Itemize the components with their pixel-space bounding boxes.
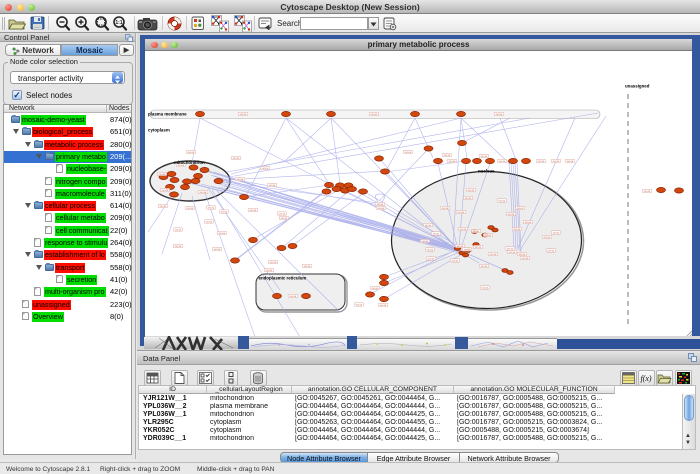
svg-text:GO:04: GO:04 [219, 233, 226, 235]
svg-text:GO:04: GO:04 [548, 250, 555, 252]
svg-text:GO:04: GO:04 [460, 229, 467, 231]
svg-text:GO:04: GO:04 [160, 206, 167, 208]
svg-text:GO:04: GO:04 [281, 218, 288, 220]
svg-text:GO:04: GO:04 [162, 190, 169, 192]
svg-text:unassigned: unassigned [625, 84, 650, 89]
svg-text:GO:04: GO:04 [380, 305, 387, 307]
svg-text:GO:04: GO:04 [553, 161, 560, 163]
svg-text:GO:04: GO:04 [372, 288, 379, 290]
svg-text:mitochondrion: mitochondrion [174, 160, 205, 165]
svg-text:GO:04: GO:04 [490, 254, 497, 256]
svg-text:GO:04: GO:04 [266, 270, 273, 272]
svg-text:GO:04: GO:04 [269, 185, 276, 187]
svg-text:GO:04: GO:04 [553, 232, 560, 234]
svg-text:GO:04: GO:04 [522, 258, 529, 260]
svg-text:GO:04: GO:04 [262, 168, 269, 170]
svg-text:GO:04: GO:04 [464, 249, 471, 251]
svg-text:GO:04: GO:04 [481, 266, 488, 268]
svg-text:GO:04: GO:04 [507, 248, 514, 250]
svg-text:GO:04: GO:04 [433, 233, 440, 235]
svg-text:GO:04: GO:04 [465, 198, 472, 200]
svg-text:nucleus: nucleus [478, 169, 495, 174]
svg-text:endoplasmic reticulum: endoplasmic reticulum [259, 276, 307, 281]
svg-text:GO:04: GO:04 [175, 246, 182, 248]
svg-text:GO:04: GO:04 [378, 208, 385, 210]
svg-text:GO:04: GO:04 [377, 204, 384, 206]
svg-text:GO:04: GO:04 [444, 155, 451, 157]
svg-text:GO:04: GO:04 [485, 235, 492, 237]
svg-text:GO:04: GO:04 [475, 247, 482, 249]
svg-text:GO:04: GO:04 [428, 258, 435, 260]
svg-text:f(x): f(x) [640, 374, 651, 383]
svg-text:GO:04: GO:04 [240, 114, 247, 116]
svg-text:GO:04: GO:04 [304, 266, 311, 268]
svg-text:GO:04: GO:04 [221, 211, 228, 213]
svg-text:GO:04: GO:04 [279, 213, 286, 215]
svg-text:GO:04: GO:04 [200, 192, 207, 194]
svg-text:GO:04: GO:04 [544, 237, 551, 239]
svg-text:GO:04: GO:04 [519, 254, 526, 256]
svg-text:GO:04: GO:04 [175, 229, 182, 231]
svg-text:GO:04: GO:04 [499, 200, 506, 202]
svg-text:GO:04: GO:04 [371, 114, 378, 116]
svg-text:GO:04: GO:04 [422, 241, 429, 243]
svg-text:GO:04: GO:04 [482, 287, 489, 289]
svg-text:GO:04: GO:04 [449, 161, 456, 163]
svg-text:GO:04: GO:04 [290, 296, 297, 298]
svg-text:GO:04: GO:04 [644, 191, 651, 193]
svg-text:GO:04: GO:04 [481, 156, 488, 158]
svg-text:GO:04: GO:04 [356, 304, 363, 306]
svg-text:GO:04: GO:04 [458, 212, 465, 214]
svg-text:GO:04: GO:04 [187, 208, 194, 210]
svg-text:GO:04: GO:04 [538, 161, 545, 163]
svg-text:GO:04: GO:04 [473, 231, 480, 233]
svg-text:GO:04: GO:04 [208, 207, 215, 209]
svg-text:GO:04: GO:04 [159, 174, 166, 176]
svg-text:GO:04: GO:04 [206, 221, 213, 223]
svg-text:GO:04: GO:04 [270, 262, 277, 264]
svg-text:GO:04: GO:04 [499, 161, 506, 163]
svg-text:GO:04: GO:04 [233, 158, 240, 160]
svg-text:plasma membrane: plasma membrane [148, 112, 187, 117]
svg-text:cytoplasm: cytoplasm [148, 128, 170, 133]
svg-text:GO:04: GO:04 [425, 225, 432, 227]
svg-text:GO:04: GO:04 [457, 246, 464, 248]
svg-text:GO:04: GO:04 [405, 152, 412, 154]
svg-text:GO:04: GO:04 [237, 179, 244, 181]
svg-text:GO:04: GO:04 [525, 222, 532, 224]
svg-text:GO:04: GO:04 [178, 165, 185, 167]
svg-text:GO:04: GO:04 [442, 208, 449, 210]
svg-text:GO:04: GO:04 [514, 229, 521, 231]
svg-text:GO:04: GO:04 [250, 210, 257, 212]
svg-text:GO:04: GO:04 [508, 214, 515, 216]
svg-text:GO:04: GO:04 [517, 208, 524, 210]
svg-text:GO:04: GO:04 [509, 252, 516, 254]
svg-text:GO:04: GO:04 [214, 249, 221, 251]
svg-text:GO:04: GO:04 [452, 260, 459, 262]
svg-text:GO:04: GO:04 [188, 152, 195, 154]
svg-text:GO:04: GO:04 [496, 114, 503, 116]
svg-text:GO:04: GO:04 [468, 190, 475, 192]
svg-text:GO:04: GO:04 [427, 249, 434, 251]
svg-text:GO:04: GO:04 [567, 161, 574, 163]
